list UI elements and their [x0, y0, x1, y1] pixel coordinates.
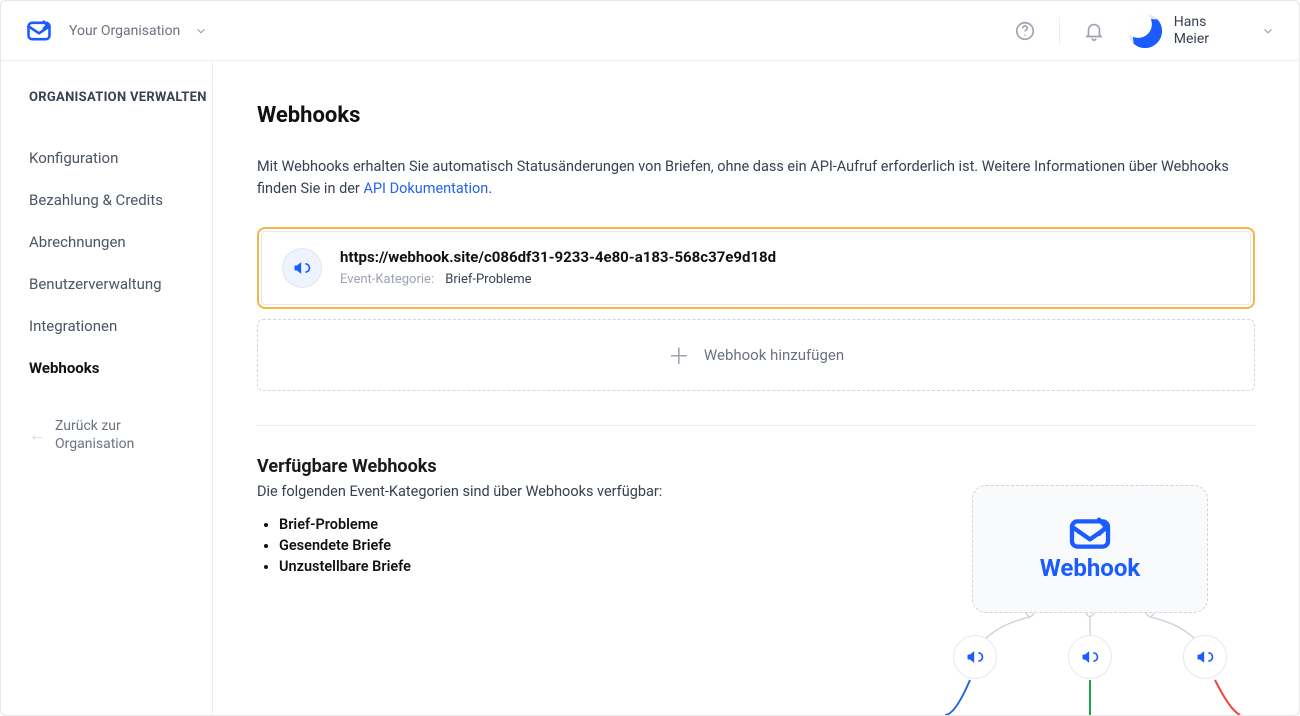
mail-icon [1068, 516, 1112, 552]
plus-icon: ＋ [668, 339, 690, 371]
arrow-left-icon: ← [29, 425, 45, 445]
main-content: Webhooks Mit Webhooks erhalten Sie autom… [213, 61, 1299, 715]
avatar [1128, 14, 1162, 48]
chevron-down-icon [194, 24, 208, 38]
help-icon[interactable] [1011, 17, 1039, 45]
api-doc-link[interactable]: API Dokumentation [363, 180, 488, 197]
sidebar-item-webhooks[interactable]: Webhooks [29, 347, 212, 389]
megaphone-icon [1183, 635, 1227, 679]
sidebar-item-benutzer[interactable]: Benutzerverwaltung [29, 263, 212, 305]
back-link-label: Zurück zur Organisation [55, 417, 134, 453]
user-menu[interactable]: Hans Meier [1128, 14, 1275, 48]
diagram-label: Webhook [1040, 554, 1140, 582]
diagram-box: Webhook [972, 485, 1208, 613]
available-title: Verfügbare Webhooks [257, 456, 1255, 477]
sidebar-section-title: ORGANISATION VERWALTEN [29, 89, 212, 107]
org-selector[interactable]: Your Organisation [69, 23, 208, 39]
app-logo-icon [25, 17, 53, 45]
page-lead: Mit Webhooks erhalten Sie automatisch St… [257, 156, 1255, 201]
sidebar: ORGANISATION VERWALTEN Konfiguration Bez… [1, 61, 213, 715]
divider [1059, 17, 1060, 45]
megaphone-icon [282, 248, 322, 288]
back-to-org-link[interactable]: ← Zurück zur Organisation [29, 417, 212, 453]
user-name: Hans Meier [1174, 14, 1209, 48]
sidebar-item-konfiguration[interactable]: Konfiguration [29, 137, 212, 179]
webhook-url: https://webhook.site/c086df31-9233-4e80-… [340, 248, 1230, 266]
megaphone-icon [953, 635, 997, 679]
divider [257, 425, 1255, 426]
megaphone-icon [1068, 635, 1112, 679]
webhook-category-value: Brief-Probleme [445, 272, 531, 287]
webhook-card[interactable]: https://webhook.site/c086df31-9233-4e80-… [257, 227, 1255, 309]
org-name: Your Organisation [69, 23, 180, 39]
sidebar-item-abrechnungen[interactable]: Abrechnungen [29, 221, 212, 263]
bell-icon[interactable] [1080, 17, 1108, 45]
webhook-category-label: Event-Kategorie: [340, 272, 434, 287]
add-webhook-label: Webhook hinzufügen [704, 346, 844, 364]
add-webhook-button[interactable]: ＋ Webhook hinzufügen [257, 319, 1255, 391]
app-header: Your Organisation Hans Meier [1, 1, 1299, 61]
sidebar-item-integrationen[interactable]: Integrationen [29, 305, 212, 347]
webhook-diagram: Webhook [925, 485, 1255, 715]
chevron-down-icon [1261, 24, 1275, 38]
page-title: Webhooks [257, 103, 1255, 128]
sidebar-item-bezahlung[interactable]: Bezahlung & Credits [29, 179, 212, 221]
